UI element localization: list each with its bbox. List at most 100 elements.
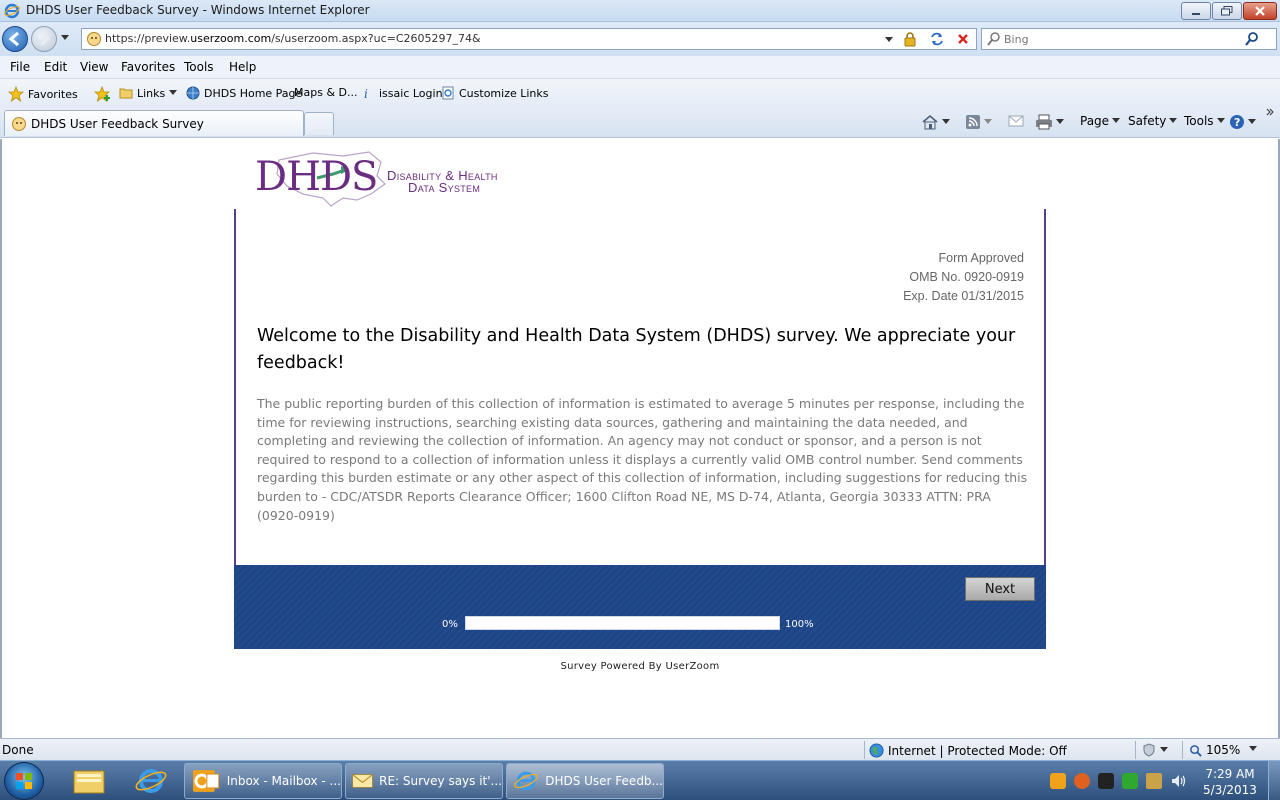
lock-icon[interactable] [902, 31, 918, 47]
menu-tools[interactable]: Tools [184, 60, 214, 74]
toolbar-overflow-button[interactable] [1266, 108, 1274, 118]
ie-page-icon [442, 86, 454, 100]
internet-explorer-icon [135, 769, 167, 793]
page-menu[interactable]: Page [1080, 114, 1121, 128]
add-to-favorites-button[interactable] [94, 86, 112, 102]
tab-bar: DHDS User Feedback Survey Page Safety To… [0, 108, 1280, 138]
chevron-down-icon [1248, 119, 1256, 124]
safety-menu[interactable]: Safety [1128, 114, 1178, 128]
status-text: Done [2, 743, 34, 757]
forward-button[interactable] [31, 26, 57, 52]
favorite-customize-links[interactable]: Customize Links [441, 86, 549, 100]
security-zone[interactable]: Internet | Protected Mode: Off [869, 743, 1067, 758]
new-tab-button[interactable] [304, 112, 334, 135]
tools-menu[interactable]: Tools [1184, 114, 1225, 128]
favorite-issaic-login[interactable]: i issaic Login [361, 86, 443, 101]
close-button[interactable] [1243, 2, 1277, 20]
menu-bar: File Edit View Favorites Tools Help [0, 56, 1280, 79]
links-folder[interactable]: Links [119, 86, 178, 100]
outlook-tray-icon[interactable] [1050, 773, 1066, 789]
omb-number-text: OMB No. 0920-0919 [909, 270, 1024, 284]
home-button[interactable] [921, 114, 950, 130]
show-desktop-button[interactable] [1268, 761, 1280, 800]
window-title: DHDS User Feedback Survey - Windows Inte… [26, 3, 370, 17]
taskbar-outlook-inbox[interactable]: Inbox - Mailbox - ... [184, 763, 342, 799]
help-button[interactable]: ? [1229, 114, 1256, 130]
explorer-launch[interactable] [66, 765, 112, 797]
svg-text:i: i [364, 87, 368, 100]
zoom-dropdown-icon[interactable] [1249, 746, 1257, 752]
favorite-dhds-home[interactable]: DHDS Home Page [186, 86, 302, 100]
stop-icon[interactable] [954, 30, 972, 48]
ie-link-icon: i [364, 87, 368, 100]
checkmark-tray-icon[interactable] [1122, 773, 1138, 789]
status-bar: Done Internet | Protected Mode: Off 105% [0, 738, 1280, 760]
volume-icon[interactable] [1170, 773, 1188, 789]
read-mail-button[interactable] [1008, 114, 1024, 128]
favorite-maps[interactable]: Maps & D... [294, 86, 357, 99]
rss-feed-icon [966, 115, 980, 129]
taskbar-ie-dhds[interactable]: DHDS User Feedb... [506, 763, 664, 799]
svg-text:?: ? [1234, 116, 1240, 129]
window-titlebar: DHDS User Feedback Survey - Windows Inte… [0, 0, 1280, 22]
clock-date: 5/3/2013 [1203, 783, 1257, 797]
folder-icon [73, 770, 105, 794]
url-text[interactable]: https://preview.userzoom.com/s/userzoom.… [105, 32, 481, 45]
chevron-down-icon [1160, 747, 1168, 752]
logo-wordmark: DHDS [255, 154, 378, 200]
taskbar-mail-message[interactable]: RE: Survey says it'... [345, 763, 503, 799]
clock-time: 7:29 AM [1205, 767, 1255, 781]
chevron-down-icon [1056, 119, 1064, 124]
menu-view[interactable]: View [80, 60, 108, 74]
chevron-down-icon [169, 90, 178, 95]
menu-help[interactable]: Help [229, 60, 256, 74]
mail-icon [1008, 115, 1024, 127]
protected-mode-button[interactable] [1142, 743, 1168, 757]
close-icon [1255, 6, 1265, 16]
tab-dhds-survey[interactable]: DHDS User Feedback Survey [4, 110, 304, 136]
address-bar[interactable]: https://preview.userzoom.com/s/userzoom.… [81, 28, 977, 50]
chevron-down-icon [942, 119, 950, 124]
next-button[interactable]: Next [965, 577, 1035, 601]
start-button[interactable] [4, 762, 44, 800]
network-tray-icon[interactable] [1146, 773, 1162, 789]
taskbar-clock[interactable]: 7:29 AM 5/3/2013 [1198, 766, 1262, 798]
favorites-button[interactable]: Favorites [8, 86, 78, 102]
search-input[interactable] [1004, 31, 1244, 47]
restore-button[interactable] [1212, 2, 1242, 20]
address-dropdown-icon[interactable] [884, 32, 894, 46]
menu-favorites[interactable]: Favorites [121, 60, 175, 74]
minimize-button[interactable] [1181, 2, 1211, 20]
back-button[interactable] [2, 26, 28, 52]
print-button[interactable] [1035, 114, 1064, 130]
magnifier-icon [1190, 744, 1202, 757]
add-favorite-icon [94, 86, 111, 102]
search-icon[interactable] [1244, 31, 1260, 47]
history-dropdown-icon[interactable] [60, 34, 70, 42]
status-divider [1182, 741, 1183, 759]
survey-footer: Next 0% 100% [234, 565, 1046, 649]
windows-taskbar: Inbox - Mailbox - ... RE: Survey says it… [0, 760, 1280, 800]
menu-file[interactable]: File [10, 60, 30, 74]
feeds-button[interactable] [965, 114, 992, 130]
refresh-icon[interactable] [928, 30, 946, 48]
progress-max-label: 100% [785, 619, 814, 630]
form-approved-text: Form Approved [938, 251, 1024, 265]
outlook-icon [192, 770, 220, 792]
progress-min-label: 0% [442, 619, 458, 630]
printer-icon [1036, 114, 1052, 130]
notification-tray-icon[interactable] [1074, 773, 1090, 789]
search-box[interactable] [981, 28, 1277, 50]
internet-explorer-icon [514, 771, 538, 791]
internet-explorer-icon [4, 3, 20, 19]
minimize-icon [1192, 13, 1200, 15]
zoom-level[interactable]: 105% [1189, 743, 1240, 757]
ie-launch[interactable] [128, 765, 174, 797]
logo-line-2: Data System [408, 180, 481, 195]
chevron-down-icon [1112, 118, 1121, 123]
web-page-icon [186, 86, 200, 100]
help-icon: ? [1230, 115, 1244, 129]
progress-bar [465, 616, 780, 630]
menu-edit[interactable]: Edit [44, 60, 67, 74]
audio-app-tray-icon[interactable] [1098, 773, 1114, 789]
